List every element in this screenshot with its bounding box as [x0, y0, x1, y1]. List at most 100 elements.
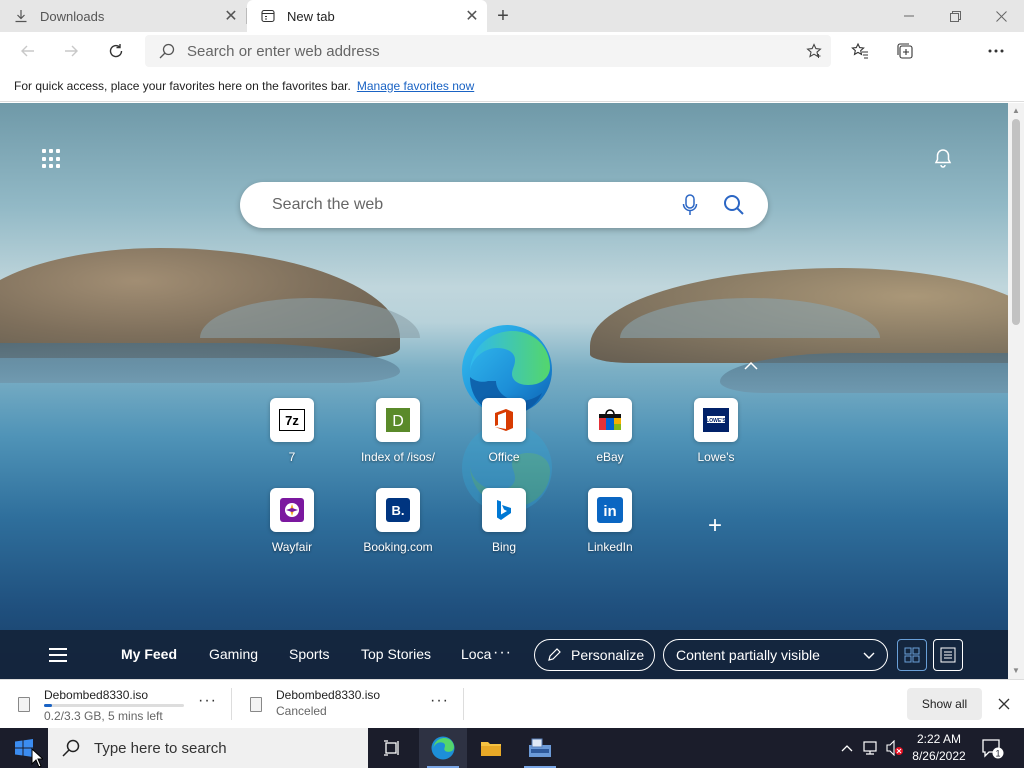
feed-tab-local[interactable]: Loca	[461, 646, 491, 662]
scroll-up-icon[interactable]: ▲	[1011, 106, 1021, 116]
quick-link-linkedin[interactable]: in LinkedIn	[564, 488, 656, 554]
taskbar-search-box[interactable]: Type here to search	[48, 728, 368, 768]
show-all-downloads-button[interactable]: Show all	[907, 688, 982, 720]
feed-tab-top-stories[interactable]: Top Stories	[361, 646, 431, 662]
collections-button[interactable]	[889, 36, 921, 66]
favorites-bar: For quick access, place your favorites h…	[0, 70, 1024, 102]
letter-d-icon: D	[376, 398, 420, 442]
volume-tray-icon[interactable]	[884, 728, 906, 768]
feed-menu-icon[interactable]	[49, 648, 67, 662]
search-submit-icon[interactable]	[712, 182, 756, 228]
close-download-bar-icon[interactable]	[990, 692, 1018, 716]
feed-tab-my-feed[interactable]: My Feed	[121, 646, 177, 662]
quick-link-label: Wayfair	[271, 540, 313, 554]
newtab-page-icon	[261, 9, 275, 23]
quick-link-7[interactable]: 7z 7	[246, 398, 338, 464]
download-item[interactable]: Debombed8330.iso 0.2/3.3 GB, 5 mins left…	[0, 680, 230, 728]
quick-link-label: Office	[488, 450, 520, 464]
office-icon	[482, 398, 526, 442]
back-button[interactable]	[12, 36, 44, 66]
scroll-thumb[interactable]	[1012, 119, 1020, 325]
collapse-caret-icon[interactable]	[744, 361, 758, 371]
restore-button[interactable]	[932, 0, 978, 32]
minimize-button[interactable]	[886, 0, 932, 32]
web-search-placeholder: Search the web	[272, 196, 384, 213]
download-item[interactable]: Debombed8330.iso Canceled ···	[232, 680, 462, 728]
task-view-button[interactable]	[368, 728, 416, 768]
search-icon	[159, 43, 179, 59]
manage-favorites-link[interactable]: Manage favorites now	[357, 79, 474, 93]
action-center-button[interactable]: 1	[980, 736, 1004, 760]
taskbar-clock[interactable]: 2:22 AM 8/26/2022	[906, 731, 972, 765]
refresh-button[interactable]	[100, 36, 132, 66]
settings-more-button[interactable]	[980, 36, 1012, 66]
close-tab-icon[interactable]: ✕	[216, 6, 246, 26]
personalize-button[interactable]: Personalize	[534, 639, 655, 671]
quick-link-booking[interactable]: B. Booking.com	[352, 488, 444, 554]
taskbar-edge[interactable]	[419, 728, 467, 768]
quick-link-index-of-isos[interactable]: D Index of /isos/	[352, 398, 444, 464]
personalize-label: Personalize	[571, 647, 645, 663]
wayfair-icon	[270, 488, 314, 532]
forward-button[interactable]	[55, 36, 87, 66]
back-arrow-icon	[21, 45, 34, 57]
download-divider	[463, 688, 464, 720]
tab-strip: Downloads ✕ New tab ✕ +	[0, 0, 1024, 32]
close-icon	[995, 10, 1007, 22]
quick-link-ebay[interactable]: eBay	[564, 398, 656, 464]
tab-label: New tab	[287, 8, 335, 24]
feed-navigation-bar: My Feed Gaming Sports Top Stories Loca ·…	[0, 630, 1008, 679]
add-favorite-star-icon[interactable]	[797, 43, 831, 59]
new-tab-button[interactable]: +	[490, 3, 516, 29]
quick-link-label: Lowe's	[697, 450, 735, 464]
quick-link-label: Bing	[491, 540, 517, 554]
vertical-scrollbar[interactable]: ▲ ▼	[1008, 103, 1024, 679]
network-tray-icon[interactable]	[860, 728, 882, 768]
favorites-button[interactable]	[844, 36, 876, 66]
tab-downloads[interactable]: Downloads ✕	[0, 0, 246, 32]
tab-label: Downloads	[40, 8, 105, 24]
scroll-down-icon[interactable]: ▼	[1011, 666, 1021, 676]
clock-time: 2:22 AM	[916, 732, 962, 746]
notifications-bell-icon[interactable]	[932, 147, 954, 169]
taskbar-file-explorer[interactable]	[467, 728, 515, 768]
network-icon	[863, 741, 877, 755]
search-icon	[62, 739, 82, 757]
download-more-button[interactable]: ···	[198, 692, 217, 710]
download-filename: Debombed8330.iso	[44, 688, 149, 702]
list-view-button[interactable]	[933, 639, 963, 671]
content-visibility-dropdown[interactable]: Content partially visible	[663, 639, 888, 671]
favorites-bar-message: For quick access, place your favorites h…	[14, 78, 351, 93]
download-more-button[interactable]: ···	[430, 692, 449, 710]
download-progress-bar	[44, 704, 184, 707]
clock-date: 8/26/2022	[912, 749, 966, 763]
quick-link-label: Booking.com	[363, 540, 433, 554]
microphone-icon[interactable]	[668, 182, 712, 228]
address-bar[interactable]: Search or enter web address	[145, 35, 831, 67]
windows-taskbar: Type here to search 2:22 AM 8/26/2022 1	[0, 728, 1024, 768]
grid-view-icon	[904, 647, 920, 663]
add-quick-link-button[interactable]: +	[700, 511, 730, 541]
quick-link-lowes[interactable]: LOWE'S Lowe's	[670, 398, 762, 464]
taskbar-app[interactable]	[516, 728, 564, 768]
quick-link-wayfair[interactable]: Wayfair	[246, 488, 338, 554]
feed-tab-gaming[interactable]: Gaming	[209, 646, 258, 662]
feed-tab-sports[interactable]: Sports	[289, 646, 329, 662]
quick-link-label: 7	[288, 450, 296, 464]
favorites-icon	[851, 42, 868, 59]
web-search-box[interactable]: Search the web	[240, 182, 768, 228]
ebay-icon	[588, 398, 632, 442]
quick-link-office[interactable]: Office	[458, 398, 550, 464]
edge-icon	[431, 736, 455, 760]
show-hidden-icons-button[interactable]	[836, 728, 858, 768]
app-launcher-icon[interactable]	[42, 149, 62, 169]
quick-link-bing[interactable]: Bing	[458, 488, 550, 554]
tab-new-tab[interactable]: New tab ✕	[247, 0, 487, 32]
close-window-button[interactable]	[978, 0, 1024, 32]
7zip-icon: 7z	[270, 398, 314, 442]
feed-more-button[interactable]: ···	[493, 644, 512, 662]
grid-view-button[interactable]	[897, 639, 927, 671]
bing-icon	[482, 488, 526, 532]
close-tab-icon[interactable]: ✕	[457, 6, 487, 26]
pencil-icon	[547, 648, 561, 662]
